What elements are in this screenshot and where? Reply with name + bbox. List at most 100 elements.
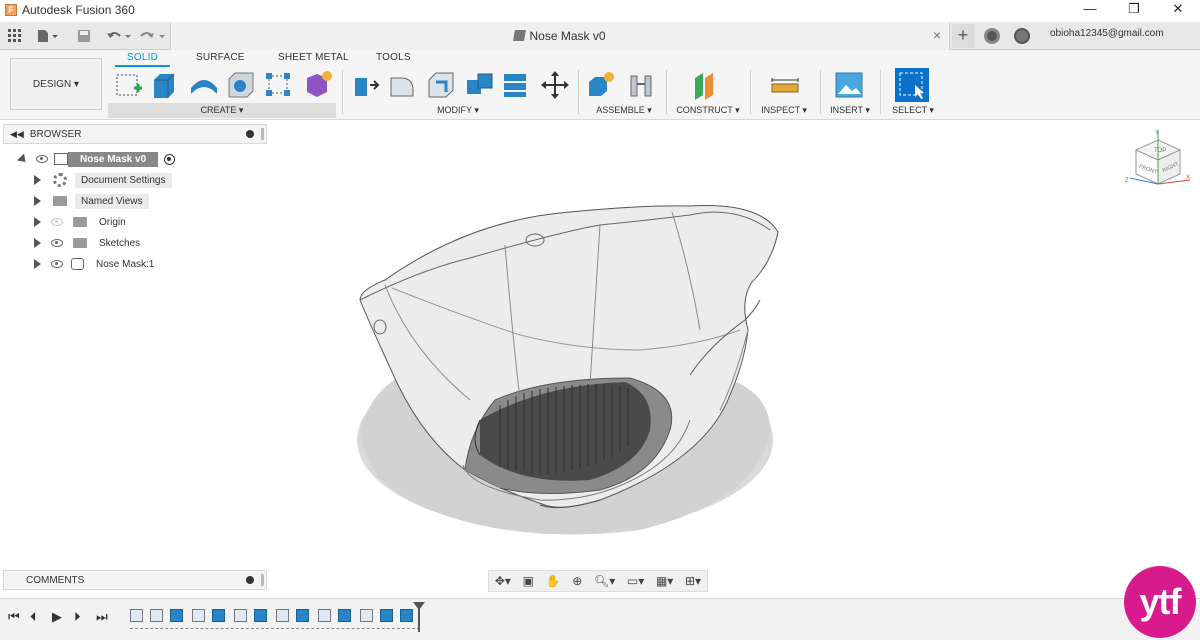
- move-icon[interactable]: [540, 70, 569, 100]
- create-menu[interactable]: CREATE ▾: [108, 105, 336, 116]
- timeline-sketch-icon[interactable]: [318, 609, 331, 622]
- tab-surface[interactable]: SURFACE: [196, 52, 245, 63]
- expand-triangle-icon[interactable]: [34, 259, 41, 269]
- select-menu[interactable]: SELECT ▾: [884, 105, 942, 116]
- browser-options-icon[interactable]: [246, 130, 254, 138]
- tab-tools[interactable]: TOOLS: [376, 52, 411, 63]
- timeline-extrude-icon[interactable]: [170, 609, 183, 622]
- visibility-eye-icon[interactable]: [51, 239, 63, 247]
- insert-canvas-icon[interactable]: [834, 70, 863, 100]
- comments-add-icon[interactable]: [246, 576, 254, 584]
- tab-solid[interactable]: SOLID: [114, 52, 171, 67]
- close-window-button[interactable]: ✕: [1156, 0, 1200, 20]
- tree-item-document-settings[interactable]: Document Settings: [34, 171, 172, 189]
- hole-icon[interactable]: [226, 70, 254, 100]
- account-email[interactable]: obioha12345@gmail.com: [1050, 28, 1164, 39]
- viewcube[interactable]: TOP FRONT RIGHT Y X Z: [1124, 128, 1194, 196]
- timeline-marker-head[interactable]: [413, 602, 425, 610]
- timeline-extrude-icon[interactable]: [212, 609, 225, 622]
- joint-icon[interactable]: [626, 70, 654, 100]
- timeline-sketch-icon[interactable]: [360, 609, 373, 622]
- restore-button[interactable]: ❐: [1112, 0, 1156, 20]
- hidden-eye-icon[interactable]: [51, 218, 63, 226]
- expand-triangle-icon[interactable]: [34, 196, 41, 206]
- collapse-icon[interactable]: ◀◀: [10, 129, 24, 140]
- viewport[interactable]: [270, 125, 1120, 565]
- browser-pin-icon[interactable]: [261, 128, 264, 140]
- play-icon[interactable]: ▶: [52, 609, 62, 625]
- offset-plane-icon[interactable]: [692, 70, 720, 100]
- go-to-start-icon[interactable]: ⏮: [8, 609, 20, 625]
- workspace-switcher[interactable]: DESIGN ▾: [10, 58, 102, 110]
- create-sketch-icon[interactable]: [114, 70, 142, 100]
- visibility-eye-icon[interactable]: [36, 155, 48, 163]
- comments-panel-header[interactable]: COMMENTS: [3, 570, 267, 590]
- look-at-icon[interactable]: ▣: [523, 574, 534, 588]
- nose-mask-model[interactable]: [270, 125, 1120, 565]
- modify-menu[interactable]: MODIFY ▾: [420, 105, 496, 116]
- go-to-end-icon[interactable]: ⏭: [96, 609, 108, 625]
- select-icon[interactable]: [895, 68, 929, 102]
- timeline-sketch-icon[interactable]: [234, 609, 247, 622]
- tree-item-origin[interactable]: Origin: [34, 213, 130, 231]
- viewports-icon[interactable]: ⊞▾: [685, 574, 701, 588]
- construct-menu[interactable]: CONSTRUCT ▾: [668, 105, 748, 116]
- extrude-icon[interactable]: [150, 70, 178, 100]
- save-icon[interactable]: [76, 26, 92, 46]
- display-settings-icon[interactable]: ▭▾: [627, 574, 644, 588]
- document-tab[interactable]: Nose Mask v0 ×: [170, 22, 950, 50]
- shell-icon[interactable]: [464, 70, 493, 100]
- step-forward-icon[interactable]: ⏵: [74, 609, 81, 625]
- pattern-icon[interactable]: [264, 70, 292, 100]
- timeline-extrude-icon[interactable]: [380, 609, 393, 622]
- expand-triangle-icon[interactable]: [34, 217, 41, 227]
- job-status-icon[interactable]: [984, 28, 1000, 44]
- minimize-button[interactable]: —: [1068, 0, 1112, 20]
- tree-item-nose-mask[interactable]: Nose Mask:1: [34, 255, 158, 273]
- combine-icon[interactable]: [500, 70, 528, 100]
- inspect-menu[interactable]: INSPECT ▾: [752, 105, 816, 116]
- tree-root[interactable]: Nose Mask v0: [16, 150, 176, 168]
- fillet-icon[interactable]: [388, 70, 416, 100]
- step-back-icon[interactable]: ⏴: [30, 609, 37, 625]
- timeline-extrude-icon[interactable]: [338, 609, 351, 622]
- collapse-triangle-icon[interactable]: [16, 152, 30, 166]
- grid-settings-icon[interactable]: ▦▾: [656, 574, 673, 588]
- pan-hand-icon[interactable]: ✋: [546, 574, 561, 588]
- tree-item-sketches[interactable]: Sketches: [34, 234, 144, 252]
- assemble-menu[interactable]: ASSEMBLE ▾: [584, 105, 664, 116]
- timeline-shell-icon[interactable]: [400, 609, 413, 622]
- tree-item-named-views[interactable]: Named Views: [34, 192, 149, 210]
- expand-triangle-icon[interactable]: [34, 238, 41, 248]
- timeline-extrude-icon[interactable]: [254, 609, 267, 622]
- expand-triangle-icon[interactable]: [34, 175, 41, 185]
- tab-sheet-metal[interactable]: SHEET METAL: [278, 52, 349, 63]
- timeline-sketch-icon[interactable]: [192, 609, 205, 622]
- timeline-extrude-icon[interactable]: [296, 609, 309, 622]
- measure-icon[interactable]: [770, 70, 799, 100]
- timeline-sketch-icon[interactable]: [130, 609, 143, 622]
- timeline-sketch-icon[interactable]: [276, 609, 289, 622]
- redo-icon[interactable]: [138, 26, 166, 46]
- undo-icon[interactable]: [104, 26, 132, 46]
- revolve-icon[interactable]: [188, 70, 217, 100]
- close-tab-icon[interactable]: ×: [933, 27, 941, 43]
- press-pull-icon[interactable]: [352, 70, 380, 100]
- insert-menu[interactable]: INSERT ▾: [822, 105, 878, 116]
- create-form-icon[interactable]: [302, 70, 332, 100]
- new-component-icon[interactable]: [586, 70, 614, 100]
- data-panel-grid-icon[interactable]: [6, 26, 24, 46]
- browser-panel-header[interactable]: ◀◀ BROWSER: [3, 124, 267, 144]
- new-tab-button[interactable]: +: [952, 24, 974, 48]
- file-menu-icon[interactable]: [36, 26, 60, 46]
- zoom-window-icon[interactable]: 🔍︎▾: [594, 574, 615, 588]
- activate-radio-icon[interactable]: [164, 153, 176, 165]
- timeline-sketch-icon[interactable]: [150, 609, 163, 622]
- orbit-icon[interactable]: ✥▾: [495, 574, 511, 588]
- visibility-eye-icon[interactable]: [51, 260, 63, 268]
- notifications-icon[interactable]: [1014, 28, 1030, 44]
- chamfer-icon[interactable]: [426, 70, 454, 100]
- tree-root-label: Nose Mask v0: [68, 151, 159, 167]
- zoom-icon[interactable]: ⊕: [572, 574, 582, 588]
- comments-pin-icon[interactable]: [261, 574, 264, 586]
